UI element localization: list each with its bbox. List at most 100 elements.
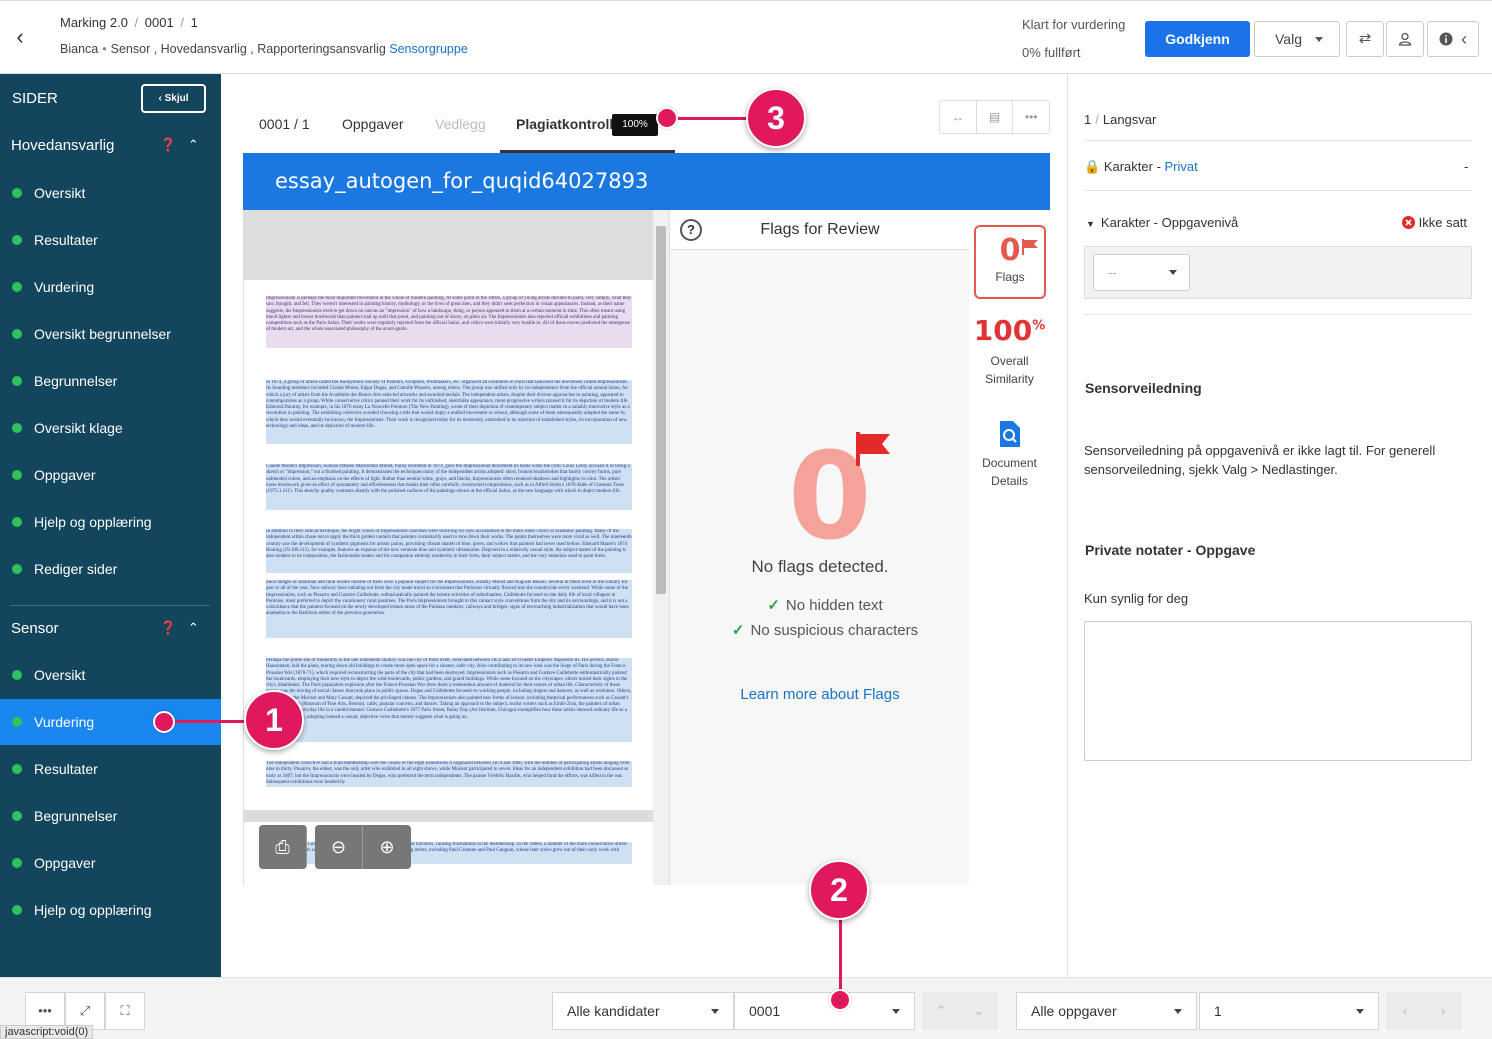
- expand-width-button[interactable]: ↔: [940, 101, 977, 133]
- tab-candidate[interactable]: 0001 / 1: [259, 116, 310, 132]
- sidebar-item-oversikt-klage[interactable]: Oversikt klage: [0, 405, 221, 451]
- print-button[interactable]: ⎙: [259, 825, 307, 869]
- caret-down-icon: [892, 1009, 900, 1014]
- hide-label: Skjul: [164, 93, 189, 104]
- document-viewer[interactable]: Impressionism is perhaps the most import…: [243, 210, 669, 885]
- flags-header: ? Flags for Review: [670, 210, 970, 250]
- candidate-select[interactable]: 0001: [734, 992, 915, 1030]
- chevron-up-icon[interactable]: ⌃: [188, 137, 199, 152]
- zoom-in-button[interactable]: ⊕: [363, 825, 411, 869]
- page-gap: [244, 810, 654, 822]
- tab-oppgaver[interactable]: Oppgaver: [342, 116, 403, 132]
- status-dot: [12, 376, 22, 386]
- sidebar-item-sensor-oppgaver[interactable]: Oppgaver: [0, 840, 221, 886]
- grade-private-label: Karakter: [1103, 159, 1153, 174]
- info-icon: [1439, 32, 1453, 46]
- hide-sidebar-button[interactable]: ‹ Skjul: [141, 84, 206, 113]
- app-root: ‹ Marking 2.0 / 0001 / 1 Bianca • Sensor ,…: [0, 0, 1492, 1039]
- document-details-label[interactable]: Document Details: [969, 454, 1050, 490]
- status-dot: [12, 235, 22, 245]
- document-title: essay_autogen_for_quqid64027893: [243, 153, 1050, 210]
- progress-text: 0% fullført: [1022, 45, 1081, 60]
- status-dot: [12, 517, 22, 527]
- viewer-tools: ↔ ▤ •••: [939, 100, 1050, 134]
- sidebar-item-label: Hjelp og opplæring: [34, 514, 152, 530]
- flags-card[interactable]: 0 Flags: [974, 225, 1046, 299]
- tab-plagiatkontroll[interactable]: Plagiatkontroll: [516, 116, 613, 132]
- user-button[interactable]: [1386, 21, 1424, 57]
- document-button[interactable]: ▤: [977, 101, 1014, 133]
- guidance-heading: Sensorveiledning: [1085, 380, 1202, 396]
- sidebar-item-oppgaver[interactable]: Oppgaver: [0, 452, 221, 498]
- status-dot: [12, 905, 22, 915]
- sidebar-item-sensor-hjelp[interactable]: Hjelp og opplæring: [0, 887, 221, 933]
- help-icon[interactable]: ❓: [160, 137, 176, 152]
- sidebar-item-label: Oppgaver: [34, 467, 96, 483]
- grade-task-row[interactable]: ▼ Karakter - Oppgavenivå: [1086, 215, 1238, 230]
- chevron-left-icon: ‹: [158, 93, 162, 104]
- sidebar-item-sensor-oversikt[interactable]: Oversikt: [0, 652, 221, 698]
- approve-button[interactable]: Godkjenn: [1145, 21, 1250, 57]
- chevron-down-icon: ⌄: [973, 1003, 985, 1018]
- checkmark-icon: ✓: [731, 622, 745, 639]
- tasks-select[interactable]: Alle oppgaver: [1016, 992, 1197, 1030]
- sidebar-item-label: Hjelp og opplæring: [34, 902, 152, 918]
- tasks-select-value: Alle oppgaver: [1031, 1003, 1117, 1019]
- callout-dot: [829, 989, 851, 1011]
- sidebar-item-resultater[interactable]: Resultater: [0, 217, 221, 263]
- scrollbar-thumb[interactable]: [656, 226, 666, 594]
- document-paragraph: Claude Monet's Impression, Sunrise (Musé…: [266, 464, 632, 510]
- task-select[interactable]: 1: [1199, 992, 1379, 1030]
- prev-task-button[interactable]: ‹: [1386, 992, 1424, 1030]
- status-bar-link: javascript:void(0): [0, 1025, 94, 1039]
- document-paragraph: Such images of suburban and rural leisur…: [266, 580, 632, 638]
- grade-select[interactable]: --: [1093, 254, 1190, 291]
- doc-details-line: Details: [991, 474, 1028, 488]
- grade-task-status: Ikke satt: [1402, 215, 1467, 230]
- more-button[interactable]: •••: [1013, 101, 1049, 133]
- swap-arrows-icon: ⇄: [1358, 30, 1372, 47]
- prev-candidate-button[interactable]: ⌃: [922, 992, 960, 1030]
- sidebar-item-oversikt-begrunnelser[interactable]: Oversikt begrunnelser: [0, 311, 221, 357]
- learn-more-link[interactable]: Learn more about Flags: [670, 686, 970, 703]
- help-icon[interactable]: ❓: [160, 620, 176, 635]
- document-search-icon[interactable]: [998, 420, 1022, 448]
- document-scrollbar[interactable]: [653, 210, 669, 885]
- sidebar-item-sensor-resultater[interactable]: Resultater: [0, 746, 221, 792]
- private-notes-textarea[interactable]: [1084, 621, 1472, 761]
- zoom-out-button[interactable]: ⊖: [315, 825, 363, 869]
- similarity-value: 100%: [969, 314, 1050, 347]
- candidates-select[interactable]: Alle kandidater: [552, 992, 734, 1030]
- sidebar-item-label: Rediger sider: [34, 561, 118, 577]
- help-icon[interactable]: ?: [680, 219, 702, 241]
- chevron-up-icon[interactable]: ⌃: [188, 620, 199, 635]
- roles-text: Sensor , Hovedansvarlig , Rapporteringsa…: [110, 42, 386, 56]
- sidebar-item-oversikt[interactable]: Oversikt: [0, 170, 221, 216]
- right-panel: 1/Langsvar 🔒 Karakter - Privat - ▼ Karakt…: [1067, 74, 1492, 977]
- divider: [1084, 140, 1472, 141]
- fullscreen-button[interactable]: ⛶: [105, 992, 145, 1030]
- page-gap: [244, 210, 654, 280]
- bottom-bar: ••• ⤢ ⛶ Alle kandidater 0001 ⌃ ⌄ Alle op…: [0, 977, 1492, 1039]
- lock-icon: 🔒: [1084, 159, 1101, 174]
- next-candidate-button[interactable]: ⌄: [960, 992, 998, 1030]
- grade-private-link[interactable]: Privat: [1165, 159, 1198, 174]
- caret-down-icon: [1174, 1009, 1182, 1014]
- next-task-button[interactable]: ›: [1424, 992, 1462, 1030]
- sidebar-item-hjelp[interactable]: Hjelp og opplæring: [0, 499, 221, 545]
- document-paragraph: In 1874, a group of artists called the A…: [266, 380, 632, 444]
- back-button[interactable]: ‹: [8, 25, 32, 51]
- notes-hint: Kun synlig for deg: [1084, 591, 1189, 606]
- valg-dropdown[interactable]: Valg: [1254, 21, 1340, 57]
- notes-heading: Private notater - Oppgave: [1085, 542, 1256, 558]
- sidebar-item-vurdering[interactable]: Vurdering: [0, 264, 221, 310]
- sidebar-item-rediger-sider[interactable]: Rediger sider: [0, 546, 221, 592]
- callout-dot: [153, 711, 175, 733]
- grade-private-value: -: [1464, 159, 1469, 174]
- info-collapse-button[interactable]: ‹: [1427, 21, 1479, 57]
- sidebar-item-label: Oversikt klage: [34, 420, 123, 436]
- sidebar-item-begrunnelser[interactable]: Begrunnelser: [0, 358, 221, 404]
- swap-button[interactable]: ⇄: [1346, 21, 1384, 57]
- sidebar-item-sensor-begrunnelser[interactable]: Begrunnelser: [0, 793, 221, 839]
- sensor-group-link[interactable]: Sensorgruppe: [389, 42, 468, 56]
